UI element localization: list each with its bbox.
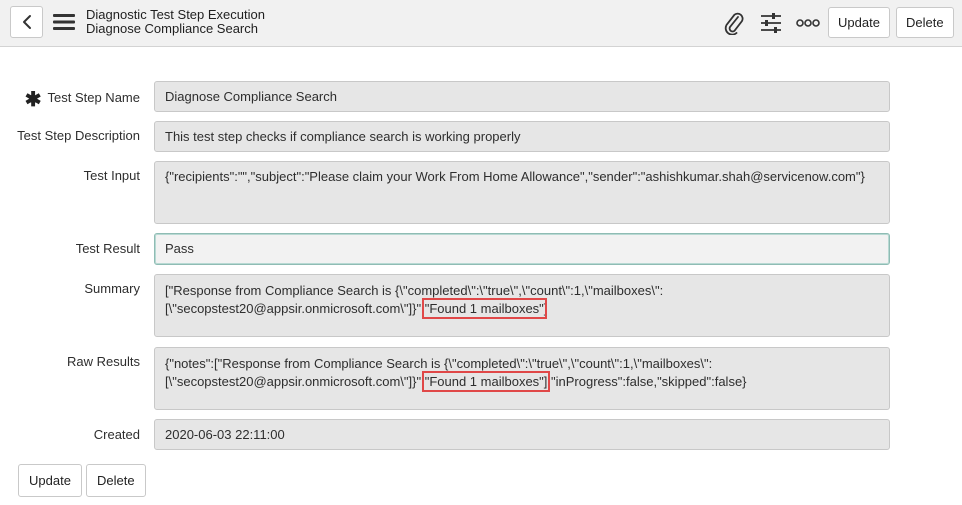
more-options-button[interactable] [795, 10, 821, 36]
test-input-label: Test Input [83, 168, 140, 183]
footer-delete-button[interactable]: Delete [86, 464, 146, 497]
hamburger-menu-icon[interactable] [53, 13, 75, 31]
test-result-field[interactable]: Pass [154, 233, 890, 265]
back-icon [22, 15, 31, 29]
summary-label: Summary [84, 281, 140, 296]
raw-results-highlight: "Found 1 mailboxes"] [421, 371, 551, 392]
test-result-label: Test Result [75, 241, 140, 256]
test-step-name-label-wrap: ✱ Test Step Name [25, 87, 140, 112]
created-field[interactable]: 2020-06-03 22:11:00 [154, 419, 890, 450]
paperclip-icon [724, 12, 744, 35]
test-step-name-label: Test Step Name [47, 90, 141, 105]
header-delete-button[interactable]: Delete [896, 7, 954, 38]
summary-line-2-suffix: ] [543, 301, 548, 316]
personalize-button[interactable] [758, 10, 784, 36]
summary-line-2: [\"secopstest20@appsir.onmicrosoft.com\"… [165, 298, 879, 319]
record-title: Diagnose Compliance Search [86, 21, 258, 36]
test-input-field[interactable]: {"recipients":"","subject":"Please claim… [154, 161, 890, 224]
raw-results-line-1: {"notes":["Response from Compliance Sear… [165, 356, 713, 371]
test-step-name-field[interactable]: Diagnose Compliance Search [154, 81, 890, 112]
summary-highlight: "Found 1 mailboxes" [421, 298, 547, 319]
footer-update-button[interactable]: Update [18, 464, 82, 497]
raw-results-line-2-suffix: ,"inProgress":false,"skipped":false} [547, 374, 747, 389]
back-button[interactable] [10, 6, 43, 38]
form-header: Diagnostic Test Step Execution Diagnose … [0, 0, 962, 47]
created-label: Created [93, 427, 140, 442]
header-titles: Diagnostic Test Step Execution Diagnose … [86, 8, 265, 36]
sliders-icon [761, 13, 781, 33]
test-step-description-field[interactable]: This test step checks if compliance sear… [154, 121, 890, 152]
header-update-button[interactable]: Update [828, 7, 890, 38]
summary-field[interactable]: ["Response from Compliance Search is {\"… [154, 274, 890, 337]
summary-line-2-prefix: [\"secopstest20@appsir.onmicrosoft.com\"… [165, 301, 425, 316]
raw-results-label: Raw Results [67, 354, 140, 369]
more-options-icon [796, 19, 820, 27]
raw-results-line-2-prefix: [\"secopstest20@appsir.onmicrosoft.com\"… [165, 374, 425, 389]
summary-line-1: ["Response from Compliance Search is {\"… [165, 283, 664, 298]
raw-results-line-2: [\"secopstest20@appsir.onmicrosoft.com\"… [165, 371, 879, 392]
attachment-button[interactable] [721, 10, 747, 36]
mandatory-icon: ✱ [24, 89, 42, 111]
raw-results-field[interactable]: {"notes":["Response from Compliance Sear… [154, 347, 890, 410]
test-step-description-label: Test Step Description [17, 128, 140, 143]
form-title: Diagnostic Test Step Execution [86, 7, 265, 22]
